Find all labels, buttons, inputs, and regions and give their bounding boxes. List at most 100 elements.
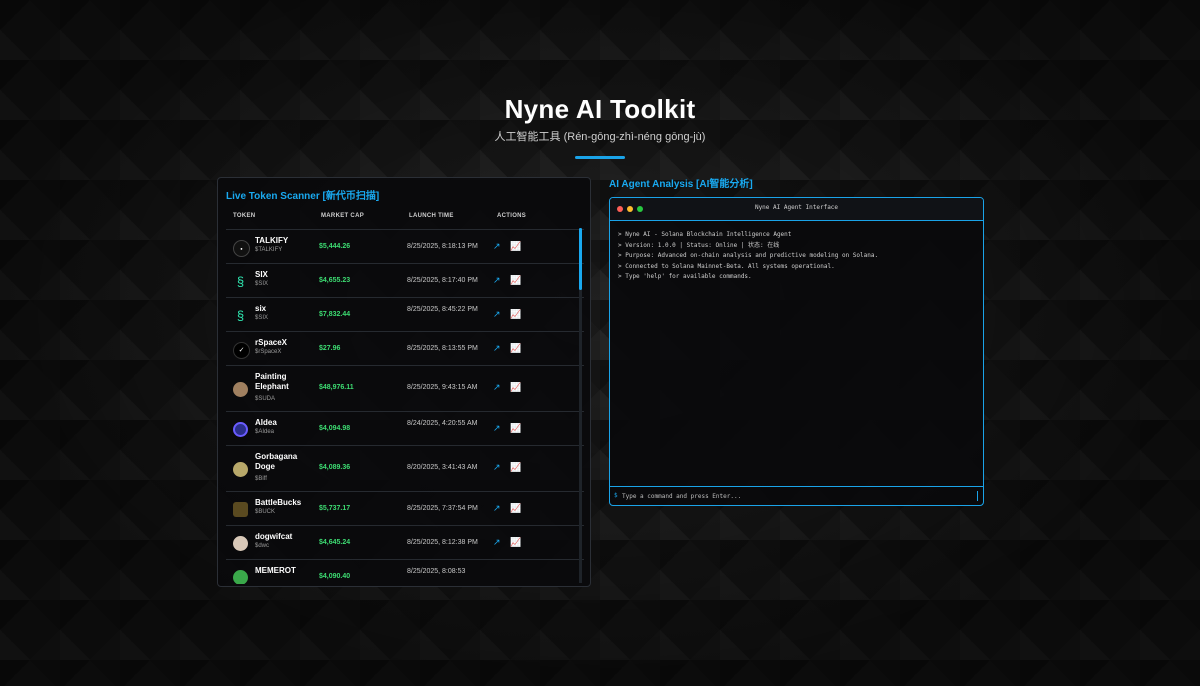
agent-terminal: Nyne AI Agent Interface > Nyne AI - Sola… — [609, 197, 984, 506]
title-underline — [575, 156, 625, 159]
launch-time: 8/25/2025, 8:08:53 — [407, 568, 466, 575]
external-link-icon[interactable]: ↗ — [493, 503, 501, 514]
token-symbol: $AIdea — [255, 429, 275, 435]
prompt-symbol: $ — [614, 492, 618, 499]
scanner-title: Live Token Scanner [新代币扫描] — [226, 191, 380, 202]
terminal-input-bar: $ — [610, 486, 983, 505]
agent-title: AI Agent Analysis [AI智能分析] — [609, 179, 753, 190]
table-header: TOKEN MARKET CAP LAUNCH TIME ACTIONS — [218, 213, 578, 227]
table-row[interactable]: AIdea $AIdea $4,094.98 8/24/2025, 4:20:5… — [226, 411, 584, 446]
launch-time: 8/25/2025, 8:18:13 PM — [407, 243, 478, 250]
market-cap: $5,444.26 — [319, 243, 351, 250]
log-line: > Type 'help' for available commands. — [618, 273, 752, 280]
token-name: AIdea — [255, 418, 277, 427]
doge-avatar-icon — [233, 462, 248, 477]
market-cap: $4,090.40 — [319, 573, 351, 580]
token-symbol: $SIX — [255, 315, 269, 321]
token-scanner-panel: Live Token Scanner [新代币扫描] TOKEN MARKET … — [217, 177, 591, 587]
launch-time: 8/24/2025, 4:20:55 AM — [407, 420, 478, 427]
chart-icon[interactable]: 📈 — [510, 462, 521, 473]
market-cap: $48,976.11 — [319, 384, 354, 391]
battlebucks-logo-icon — [233, 502, 248, 517]
column-header-market-cap: MARKET CAP — [321, 213, 364, 219]
market-cap: $4,645.24 — [319, 539, 351, 546]
launch-time: 8/25/2025, 7:37:54 PM — [407, 505, 478, 512]
table-row[interactable]: BattleBucks $BUCK $5,737.17 8/25/2025, 7… — [226, 491, 584, 526]
external-link-icon[interactable]: ↗ — [493, 309, 501, 320]
aidea-logo-icon — [233, 422, 248, 437]
token-symbol: $TALKIFY — [255, 247, 283, 253]
token-name: BattleBucks — [255, 498, 302, 507]
terminal-log: > Nyne AI - Solana Blockchain Intelligen… — [618, 230, 878, 283]
scrollbar-thumb[interactable] — [579, 228, 582, 290]
external-link-icon[interactable]: ↗ — [493, 241, 501, 252]
launch-time: 8/25/2025, 8:45:22 PM — [407, 306, 478, 313]
chart-icon[interactable]: 📈 — [510, 423, 521, 434]
terminal-title-bar: Nyne AI Agent Interface — [610, 198, 983, 221]
column-header-token: TOKEN — [233, 213, 256, 219]
six-logo-icon: § — [236, 274, 245, 289]
table-row[interactable]: Painting Elephant $SUDA $48,976.11 8/25/… — [226, 365, 584, 412]
token-name: TALKIFY — [255, 236, 289, 245]
market-cap: $27.96 — [319, 345, 341, 352]
launch-time: 8/25/2025, 8:17:40 PM — [407, 277, 478, 284]
market-cap: $5,737.17 — [319, 505, 351, 512]
column-header-launch-time: LAUNCH TIME — [409, 213, 454, 219]
token-name: Painting Elephant — [255, 372, 289, 391]
log-line: > Version: 1.0.0 | Status: Online | 状态: … — [618, 241, 780, 249]
token-symbol: $rSpaceX — [255, 349, 282, 355]
chart-icon[interactable]: 📈 — [510, 503, 521, 514]
elephant-avatar-icon — [233, 382, 248, 397]
token-name: SIX — [255, 270, 268, 279]
table-row[interactable]: § six $SIX $7,832.44 8/25/2025, 8:45:22 … — [226, 297, 584, 332]
token-symbol: $SIX — [255, 281, 269, 287]
external-link-icon[interactable]: ↗ — [493, 537, 501, 548]
external-link-icon[interactable]: ↗ — [493, 382, 501, 393]
market-cap: $4,089.36 — [319, 464, 351, 471]
page-subtitle: 人工智能工具 (Rén-gōng-zhì-néng gōng-jù) — [494, 131, 706, 143]
external-link-icon[interactable]: ↗ — [493, 275, 501, 286]
market-cap: $4,094.98 — [319, 425, 351, 432]
chart-icon[interactable]: 📈 — [510, 309, 521, 320]
log-line: > Purpose: Advanced on-chain analysis an… — [618, 252, 879, 259]
table-row[interactable]: § SIX $SIX $4,655.23 8/25/2025, 8:17:40 … — [226, 263, 584, 298]
token-symbol: $Biff — [255, 476, 267, 482]
token-name: rSpaceX — [255, 338, 288, 347]
dogwifcat-avatar-icon — [233, 536, 248, 551]
token-table-body[interactable]: ● TALKIFY $TALKIFY $5,444.26 8/25/2025, … — [218, 229, 590, 584]
table-row[interactable]: ✓ rSpaceX $rSpaceX $27.96 8/25/2025, 8:1… — [226, 331, 584, 366]
external-link-icon[interactable]: ↗ — [493, 343, 501, 354]
chart-icon[interactable]: 📈 — [510, 537, 521, 548]
text-cursor — [977, 491, 978, 501]
launch-time: 8/20/2025, 3:41:43 AM — [407, 464, 478, 471]
chart-icon[interactable]: 📈 — [510, 382, 521, 393]
column-header-actions: ACTIONS — [497, 213, 527, 219]
table-row[interactable]: ● TALKIFY $TALKIFY $5,444.26 8/25/2025, … — [226, 229, 584, 264]
chart-icon[interactable]: 📈 — [510, 241, 521, 252]
launch-time: 8/25/2025, 8:12:38 PM — [407, 539, 478, 546]
table-row[interactable]: dogwifcat $dwc $4,645.24 8/25/2025, 8:12… — [226, 525, 584, 560]
token-name: six — [255, 304, 267, 313]
token-name: dogwifcat — [255, 532, 293, 541]
launch-time: 8/25/2025, 8:13:55 PM — [407, 345, 478, 352]
page-header: Nyne AI Toolkit 人工智能工具 (Rén-gōng-zhì-nén… — [0, 92, 1200, 159]
table-row[interactable]: MEMEROT $4,090.40 8/25/2025, 8:08:53 — [226, 559, 584, 584]
six-logo-icon: § — [236, 308, 245, 323]
launch-time: 8/25/2025, 9:43:15 AM — [407, 384, 478, 391]
token-symbol: $dwc — [255, 543, 270, 549]
command-input[interactable] — [622, 489, 972, 503]
chart-icon[interactable]: 📈 — [510, 343, 521, 354]
token-name: MEMEROT — [255, 566, 296, 575]
external-link-icon[interactable]: ↗ — [493, 423, 501, 434]
token-name: Gorbagana Doge — [255, 452, 298, 471]
rspacex-logo-icon: ✓ — [233, 342, 250, 359]
memerot-logo-icon — [233, 570, 248, 584]
token-symbol: $BUCK — [255, 509, 276, 515]
page-title: Nyne AI Toolkit — [504, 94, 696, 124]
log-line: > Nyne AI - Solana Blockchain Intelligen… — [618, 231, 792, 238]
log-line: > Connected to Solana Mainnet-Beta. All … — [618, 262, 835, 270]
chart-icon[interactable]: 📈 — [510, 275, 521, 286]
table-row[interactable]: Gorbagana Doge $Biff $4,089.36 8/20/2025… — [226, 445, 584, 492]
market-cap: $7,832.44 — [319, 311, 351, 318]
external-link-icon[interactable]: ↗ — [493, 462, 501, 473]
